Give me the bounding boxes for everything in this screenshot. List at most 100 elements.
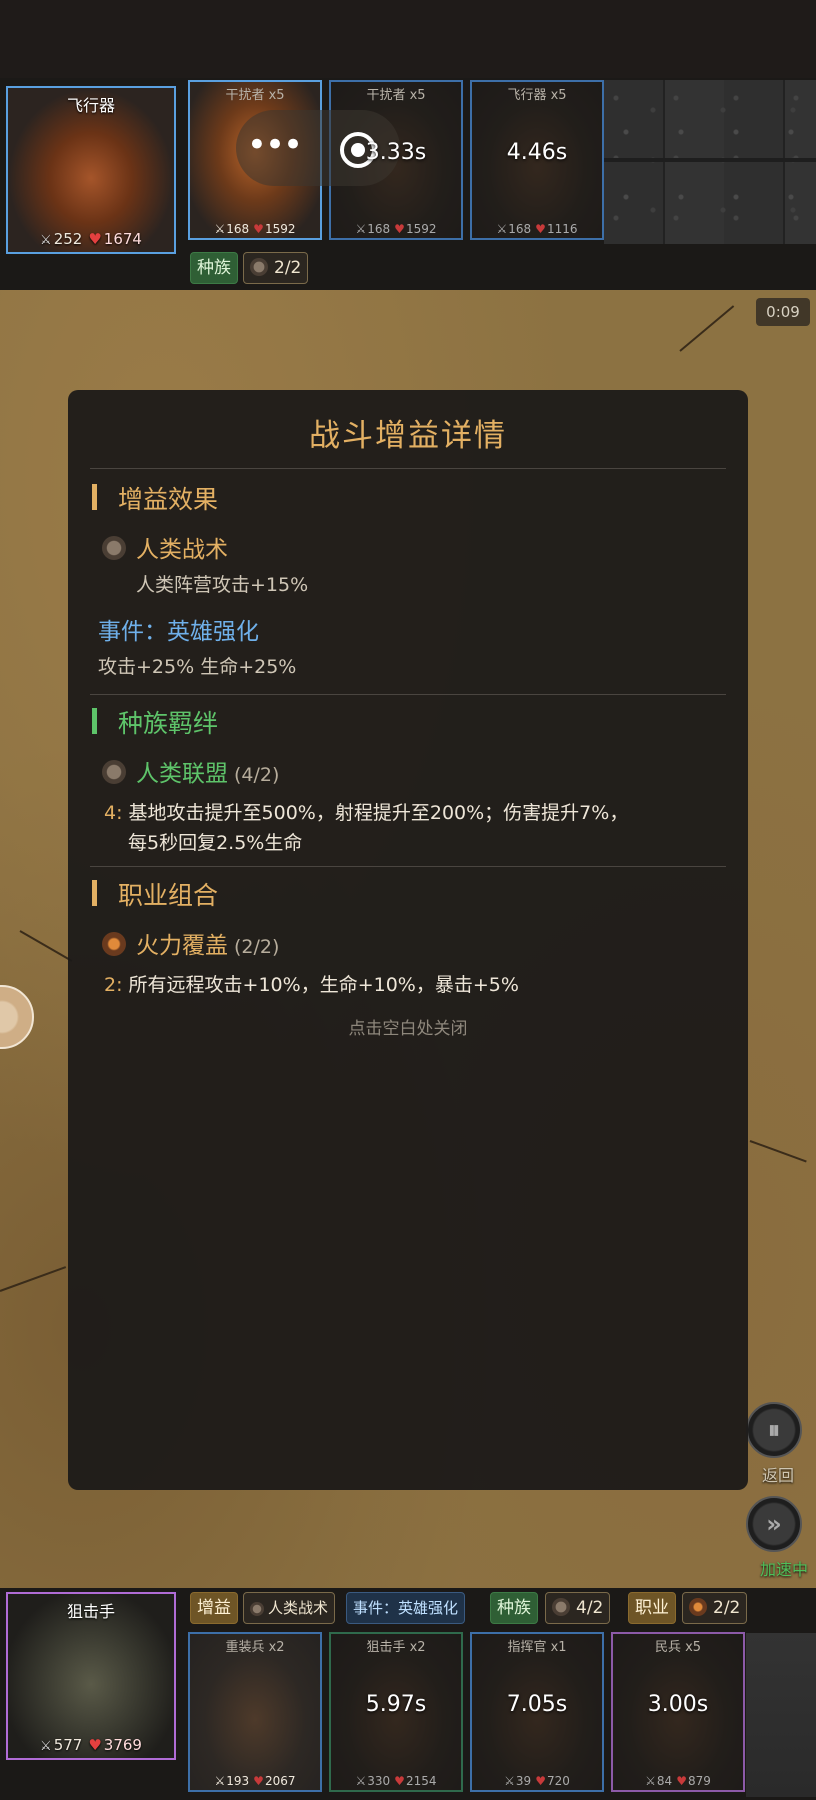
unit-timer: 3.33s [365, 140, 427, 165]
player-unit-card[interactable]: 指挥官 x1 7.05s 39 720 [470, 1632, 604, 1792]
unit-stats: 84 879 [613, 1774, 743, 1788]
player-race-count-tag[interactable]: 4/2 [545, 1592, 611, 1624]
enemy-race-tag[interactable]: 种族 [190, 252, 238, 284]
buff-item: 人类战术 [102, 530, 228, 564]
player-buff-tag[interactable]: 增益 [190, 1592, 238, 1624]
battle-buff-detail-modal[interactable]: 战斗增益详情 增益效果 人类战术 人类阵营攻击+15% 事件：英雄强化 攻击+2… [68, 390, 748, 1490]
player-job-count: 2/2 [713, 1598, 741, 1618]
speed-label: 加速中 [759, 1560, 808, 1579]
unit-attack: 168 [497, 222, 532, 236]
close-hint[interactable]: 点击空白处关闭 [68, 1014, 748, 1039]
fire-cover-icon [689, 1598, 707, 1616]
enemy-hero-attack: 252 [40, 230, 82, 248]
enemy-hero-card[interactable]: 飞行器 252 1674 [6, 86, 176, 254]
unit-stats: 1681592 [331, 222, 461, 236]
job-combo-count: (2/2) [234, 936, 280, 958]
buff-item-desc: 人类阵营攻击+15% [136, 574, 309, 596]
human-tactics-icon [250, 1602, 264, 1616]
job-section-heading: 职业组合 [92, 876, 218, 912]
top-status-band [0, 0, 816, 78]
fire-cover-icon [102, 932, 126, 956]
enemy-unit-card[interactable]: 飞行器 x5 4.46s 1681116 [470, 80, 604, 240]
buff-section-heading: 增益效果 [92, 480, 218, 516]
unit-timer: 3.00s [647, 1692, 709, 1717]
enemy-race-count: 2/2 [274, 258, 302, 278]
unit-attack: 330 [356, 1774, 391, 1788]
player-job-count-tag[interactable]: 2/2 [682, 1592, 748, 1624]
unit-health: 720 [535, 1774, 570, 1788]
unit-health: 2154 [394, 1774, 436, 1788]
enemy-unit-card[interactable]: 干扰者 x5 3.33s 1681592 [329, 80, 463, 240]
player-event-tag[interactable]: 事件：英雄强化 [346, 1592, 466, 1624]
player-race-tag[interactable]: 种族 [490, 1592, 538, 1624]
player-hero-card[interactable]: 狙击手 577 3769 [6, 1592, 176, 1760]
player-hero-health: 3769 [88, 1736, 142, 1754]
player-buff-item-tag[interactable]: 人类战术 [243, 1592, 336, 1624]
race-bond-desc-line2: 每5秒回复2.5%生命 [128, 832, 303, 854]
race-bond-item: 人类联盟 (4/2) [102, 754, 279, 788]
unit-attack: 84 [645, 1774, 672, 1788]
unit-title: 干扰者 x5 [366, 88, 426, 103]
back-icon: ⏸ [768, 1416, 780, 1444]
unit-stats: 1681592 [190, 222, 320, 236]
unit-health: 879 [676, 1774, 711, 1788]
divider [90, 694, 726, 695]
job-combo-desc: 2: 所有远程攻击+10%，生命+10%，暴击+5% [104, 970, 519, 997]
unit-attack: 39 [504, 1774, 531, 1788]
enemy-hero-health: 1674 [88, 230, 142, 248]
unit-title: 干扰者 x5 [225, 88, 285, 103]
unit-title: 飞行器 x5 [507, 88, 567, 103]
enemy-hero-name: 飞行器 [66, 96, 115, 115]
player-unit-card[interactable]: 重装兵 x2 1932067 [188, 1632, 322, 1792]
player-buff-item: 人类战术 [268, 1599, 329, 1617]
unit-timer: 7.05s [506, 1692, 568, 1717]
player-hero-stats: 577 3769 [8, 1736, 174, 1754]
speed-button[interactable]: » [746, 1496, 802, 1552]
unit-title: 民兵 x5 [654, 1640, 702, 1655]
unit-health: 1592 [253, 222, 295, 236]
race-medal-icon [250, 258, 268, 276]
unit-attack: 168 [215, 222, 250, 236]
player-unit-card[interactable]: 民兵 x5 3.00s 84 879 [611, 1632, 745, 1792]
unit-health: 1116 [535, 222, 577, 236]
unit-timer: 4.46s [506, 140, 568, 165]
unit-attack: 193 [215, 1774, 250, 1788]
unit-stats: 1681116 [472, 222, 602, 236]
race-section-heading: 种族羁绊 [92, 704, 218, 740]
unit-title: 指挥官 x1 [507, 1640, 567, 1655]
buff-item-name: 人类战术 [136, 537, 228, 563]
unit-timer: 5.97s [365, 1692, 427, 1717]
event-title: 事件：英雄强化 [98, 619, 259, 645]
job-combo-level: 2: [104, 974, 123, 996]
race-bond-name: 人类联盟 [136, 761, 228, 787]
race-bond-level: 4: [104, 802, 123, 824]
player-hero-attack: 577 [40, 1736, 82, 1754]
divider [90, 468, 726, 469]
human-alliance-icon [102, 760, 126, 784]
job-combo-name: 火力覆盖 [136, 933, 228, 959]
unit-stats: 1932067 [190, 1774, 320, 1788]
back-label: 返回 [761, 1466, 794, 1485]
unit-attack: 168 [356, 222, 391, 236]
human-tactics-icon [102, 536, 126, 560]
battle-clock: 0:09 [756, 298, 810, 326]
enemy-hero-stats: 252 1674 [8, 230, 174, 248]
unit-stats: 3302154 [331, 1774, 461, 1788]
divider [90, 866, 726, 867]
fast-forward-icon: » [766, 1510, 782, 1538]
race-bond-desc-line1: 基地攻击提升至500%，射程提升至200%；伤害提升7%， [128, 802, 629, 824]
unit-title: 重装兵 x2 [225, 1640, 285, 1655]
unit-title: 狙击手 x2 [366, 1640, 426, 1655]
job-combo-item: 火力覆盖 (2/2) [102, 926, 279, 960]
unit-health: 2067 [253, 1774, 295, 1788]
player-job-tag[interactable]: 职业 [628, 1592, 676, 1624]
enemy-race-count-tag[interactable]: 2/2 [243, 252, 309, 284]
event-desc: 攻击+25% 生命+25% [98, 656, 297, 678]
player-race-count: 4/2 [576, 1598, 604, 1618]
more-dots-icon[interactable]: ••• [244, 120, 304, 176]
unit-stats: 39 720 [472, 1774, 602, 1788]
back-button[interactable]: ⏸ [746, 1402, 802, 1458]
player-unit-card[interactable]: 狙击手 x2 5.97s 3302154 [329, 1632, 463, 1792]
job-combo-desc-line1: 所有远程攻击+10%，生命+10%，暴击+5% [128, 974, 519, 996]
human-alliance-icon [552, 1598, 570, 1616]
